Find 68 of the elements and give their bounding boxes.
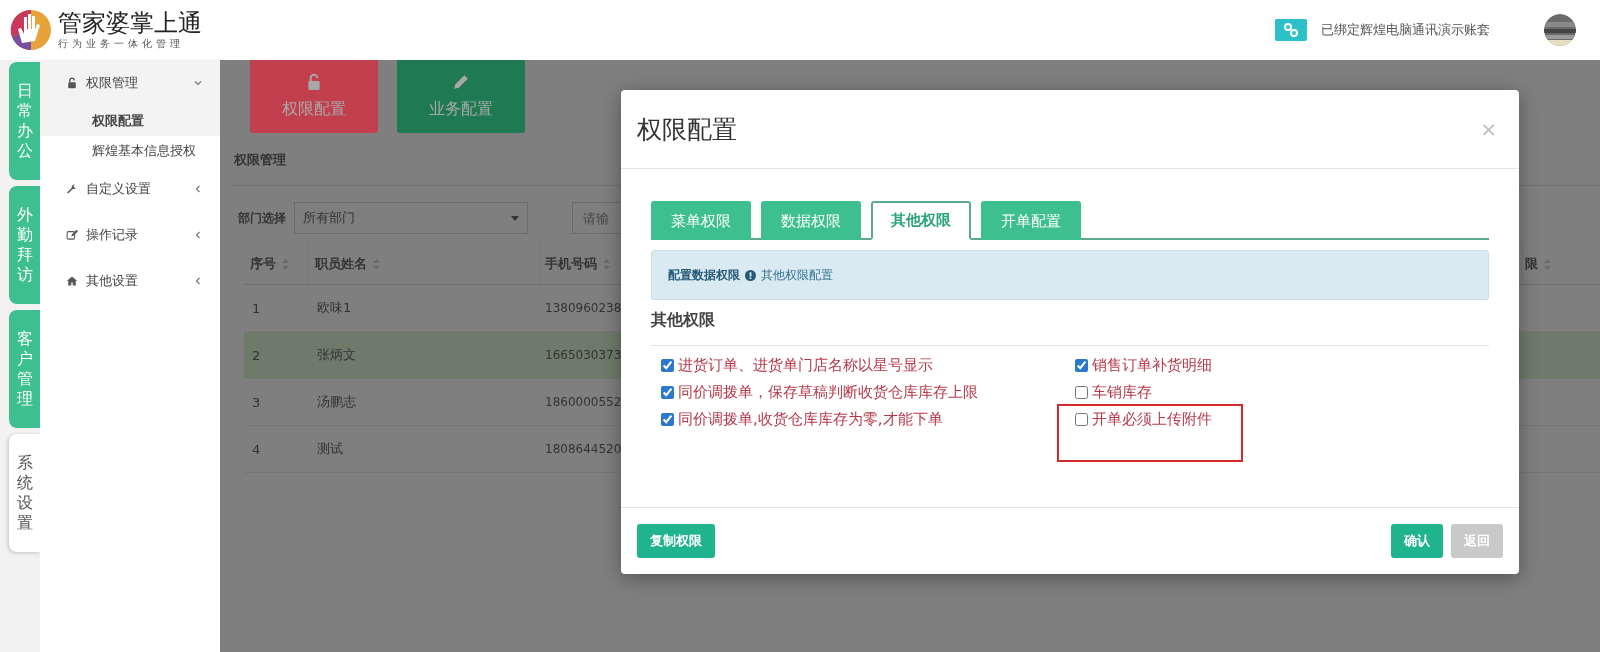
column-header[interactable]: 职员姓名 [315, 255, 367, 273]
caret-icon [511, 215, 519, 221]
option-label: 进货订单、进货单门店名称以星号显示 [678, 356, 933, 375]
nav-tab[interactable]: 客户管理 [9, 310, 40, 428]
menu-item[interactable]: 自定义设置 [40, 166, 220, 212]
logo-title: 管家婆掌上通 [58, 9, 202, 37]
menu-item[interactable]: 操作记录 [40, 212, 220, 258]
pencil-icon [452, 73, 470, 91]
tab[interactable]: 数据权限 [761, 201, 861, 240]
lock-icon [305, 73, 323, 91]
nav-tab[interactable]: 系统设置 [9, 434, 40, 552]
table-cell: 1808644520 [545, 442, 622, 456]
option-label: 销售订单补货明细 [1092, 356, 1212, 375]
nav-tab[interactable]: 外勤拜访 [9, 186, 40, 304]
option-label: 车销库存 [1092, 383, 1152, 402]
column-header[interactable]: 序号 [250, 255, 276, 273]
link-icon [1275, 19, 1307, 41]
checkbox[interactable] [1075, 359, 1088, 372]
copy-button[interactable]: 复制权限 [637, 524, 715, 558]
chevron-left-icon [194, 185, 202, 193]
wrench-icon [66, 183, 78, 195]
table-cell: 张炳文 [317, 347, 356, 362]
account-text: 已绑定辉煌电脑通讯演示账套 [1321, 21, 1490, 39]
table-cell: 3 [252, 394, 261, 410]
tab[interactable]: 其他权限 [871, 201, 971, 240]
tile-button[interactable]: 业务配置 [397, 60, 525, 133]
lock-icon [66, 77, 78, 89]
checkbox[interactable] [1075, 386, 1088, 399]
info-title: 配置数据权限 [668, 266, 740, 284]
table-cell: 欧味1 [317, 300, 352, 315]
checkbox[interactable] [661, 413, 674, 426]
chevron-left-icon [194, 277, 202, 285]
option-label: 同价调拨单,收货仓库库存为零,才能下单 [678, 410, 943, 429]
close-button[interactable]: × [1474, 116, 1503, 142]
column-header[interactable]: 手机号码 [545, 255, 597, 273]
tile-button[interactable]: 权限配置 [250, 60, 378, 133]
table-cell: 4 [252, 441, 261, 457]
info-icon [745, 269, 756, 281]
checkbox[interactable] [661, 386, 674, 399]
checkbox[interactable] [661, 359, 674, 372]
department-select[interactable]: 所有部门 [294, 202, 528, 234]
column-header[interactable]: 限 [1525, 255, 1538, 273]
edit-icon [66, 229, 78, 241]
table-cell: 1 [252, 300, 261, 316]
chevron-down-icon [194, 79, 202, 87]
logo-icon [10, 9, 52, 51]
info-text: 其他权限配置 [761, 266, 833, 284]
home-icon [66, 275, 78, 287]
menu-item[interactable]: 权限管理 [40, 60, 220, 106]
filter-label: 部门选择 [238, 209, 286, 227]
section-title: 其他权限 [651, 300, 1489, 346]
tab[interactable]: 菜单权限 [651, 201, 751, 240]
checkbox[interactable] [1075, 413, 1088, 426]
table-cell: 汤鹏志 [317, 394, 356, 409]
tab[interactable]: 开单配置 [981, 201, 1081, 240]
logo-subtitle: 行为业务一体化管理 [58, 37, 185, 51]
table-cell: 1860000552 [545, 395, 622, 409]
option-label: 同价调拨单，保存草稿判断收货仓库库存上限 [678, 383, 978, 402]
dialog-button[interactable]: 确认 [1391, 524, 1443, 558]
nav-tab[interactable]: 日常办公 [9, 62, 40, 180]
menu-item[interactable]: 其他设置 [40, 258, 220, 304]
option-label: 开单必须上传附件 [1092, 410, 1212, 429]
submenu-item[interactable]: 辉煌基本信息授权 [40, 136, 220, 166]
table-cell: 测试 [317, 441, 343, 456]
chevron-left-icon [194, 231, 202, 239]
table-cell: 1665030373 [545, 348, 622, 362]
table-cell: 2 [252, 347, 261, 363]
table-cell: 1380960238 [545, 301, 622, 315]
